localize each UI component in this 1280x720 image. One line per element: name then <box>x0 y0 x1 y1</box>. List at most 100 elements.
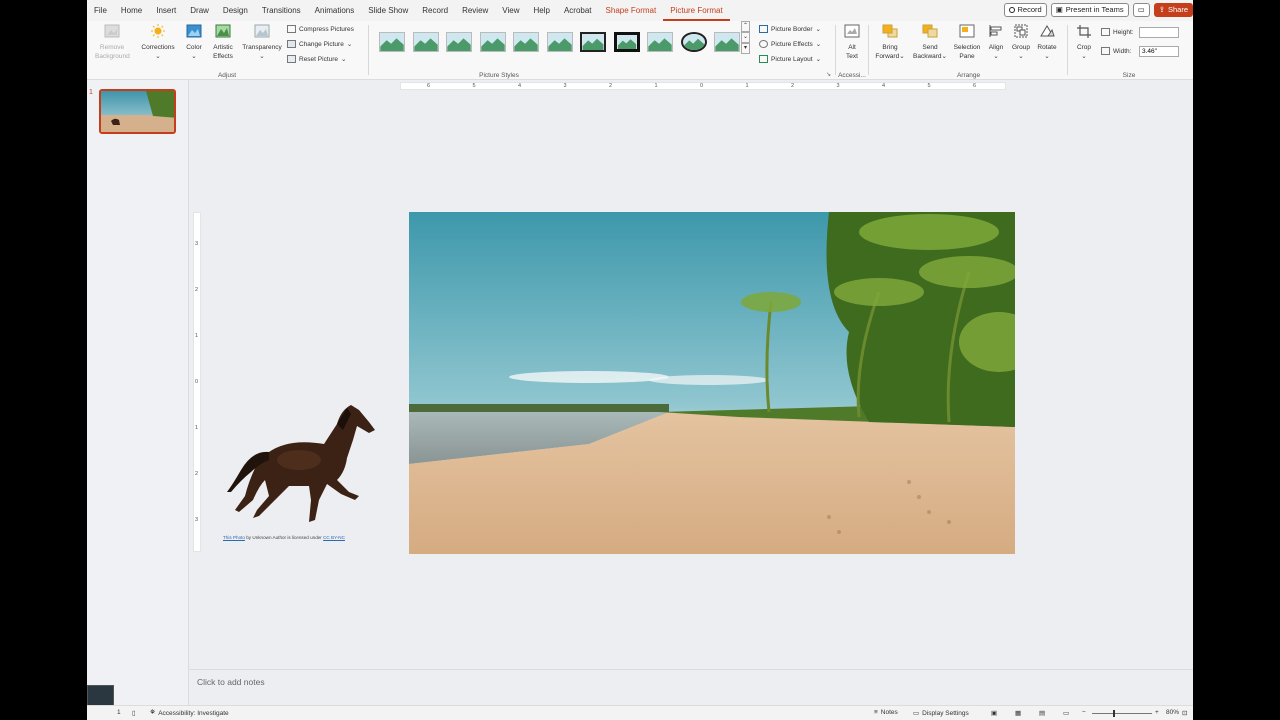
picture-layout-button[interactable]: Picture Layout ⌄ <box>759 55 821 63</box>
selection-pane-button[interactable]: Selection Pane <box>951 24 983 61</box>
beach-picture[interactable] <box>409 212 1015 554</box>
tab-review[interactable]: Review <box>455 0 495 21</box>
send-backward-button[interactable]: Send Backward⌄ <box>911 24 949 61</box>
picture-style-preset[interactable] <box>714 32 740 52</box>
rotate-button[interactable]: Rotate ⌄ <box>1034 24 1060 61</box>
picture-border-button[interactable]: Picture Border ⌄ <box>759 25 821 33</box>
display-settings-button[interactable]: ▭ Display Settings <box>913 709 969 718</box>
sun-icon <box>151 24 165 38</box>
horse-picture[interactable] <box>219 400 381 528</box>
transparency-button[interactable]: Transparency ⌄ <box>240 24 284 61</box>
ruler-tick-label: 3 <box>563 83 567 89</box>
tab-design[interactable]: Design <box>216 0 255 21</box>
picture-style-preset[interactable] <box>513 32 539 52</box>
dialog-launcher-icon[interactable]: ↘ <box>826 71 831 78</box>
record-button[interactable]: Record <box>1003 3 1047 17</box>
slide-thumbnail[interactable] <box>99 89 176 134</box>
horse-image <box>227 405 375 522</box>
reset-picture-button[interactable]: Reset Picture ⌄ <box>287 55 346 63</box>
zoom-in-icon[interactable]: + <box>1155 709 1159 716</box>
style-preview-icon <box>480 33 505 51</box>
photo-link[interactable]: This Photo <box>223 535 245 540</box>
styles-scroll[interactable]: ⌃ ⌄ ▾ <box>741 21 750 54</box>
fit-slide-icon[interactable]: ⊡ <box>1182 709 1187 717</box>
style-preview-icon <box>447 33 471 51</box>
artistic-effects-button[interactable]: Artistic Effects <box>208 24 238 61</box>
record-icon <box>1008 7 1015 13</box>
present-in-teams-button[interactable]: ▣ Present in Teams <box>1050 3 1129 17</box>
picture-border-icon <box>759 25 768 33</box>
share-icon: ⇪ <box>1158 5 1165 14</box>
picture-style-preset[interactable] <box>680 32 707 52</box>
accessibility-status[interactable]: ⛯ Accessibility: Investigate <box>150 709 229 717</box>
remove-background-button[interactable]: Remove Background <box>95 24 130 61</box>
license-link[interactable]: CC BY-NC <box>323 535 345 540</box>
arrange-label: Arrange <box>956 72 981 79</box>
slide-indicator[interactable]: 1 <box>117 709 121 716</box>
change-picture-button[interactable]: Change Picture ⌄ <box>287 40 352 48</box>
style-preview-icon <box>380 33 404 51</box>
tab-slide-show[interactable]: Slide Show <box>361 0 415 21</box>
group-button[interactable]: Group ⌄ <box>1009 24 1033 61</box>
tab-view[interactable]: View <box>495 0 526 21</box>
slide-thumbnail-panel: 1 <box>87 80 189 705</box>
style-preview-icon <box>413 33 438 51</box>
color-button[interactable]: Color ⌄ <box>183 24 205 61</box>
bring-forward-button[interactable]: Bring Forward⌄ <box>873 24 907 61</box>
bring-forward-icon <box>882 24 898 38</box>
teams-icon: ▣ <box>1055 5 1063 14</box>
corrections-button[interactable]: Corrections ⌄ <box>139 24 177 61</box>
style-preview-icon <box>547 33 572 51</box>
spell-check-icon[interactable]: ▯ <box>132 709 136 717</box>
alt-text-button[interactable]: Alt Text <box>840 24 864 61</box>
notes-button[interactable]: ≡ Notes <box>874 709 898 716</box>
style-preview-icon <box>648 33 672 51</box>
share-button[interactable]: ⇪ Share <box>1153 3 1193 17</box>
tab-file[interactable]: File <box>87 0 114 21</box>
thumbnail-beach-image <box>101 91 174 132</box>
height-label: Height: <box>1101 28 1134 36</box>
picture-layout-icon <box>759 55 768 63</box>
slide-sorter-icon[interactable]: ▦ <box>1015 709 1021 717</box>
picture-style-preset[interactable] <box>412 32 439 52</box>
picture-style-preset[interactable] <box>580 32 606 52</box>
compress-pictures-button[interactable]: Compress Pictures <box>287 25 354 33</box>
slide[interactable]: This Photo by Unknown Author is licensed… <box>199 212 1015 554</box>
tab-draw[interactable]: Draw <box>183 0 216 21</box>
reading-view-icon[interactable]: ▤ <box>1039 709 1045 717</box>
picture-style-preset[interactable] <box>479 32 506 52</box>
tab-transitions[interactable]: Transitions <box>255 0 308 21</box>
more-styles-icon[interactable]: ▾ <box>741 43 750 54</box>
picture-style-preset[interactable] <box>546 32 573 52</box>
zoom-level[interactable]: 80% <box>1166 709 1179 716</box>
picture-style-preset[interactable] <box>613 32 640 52</box>
picture-effects-button[interactable]: Picture Effects ⌄ <box>759 40 821 48</box>
zoom-out-icon[interactable]: − <box>1082 709 1086 716</box>
notes-placeholder[interactable]: Click to add notes <box>197 677 265 687</box>
tab-picture-format[interactable]: Picture Format <box>663 0 730 21</box>
tab-help[interactable]: Help <box>527 0 557 21</box>
picture-style-preset[interactable] <box>446 32 472 52</box>
tab-shape-format[interactable]: Shape Format <box>599 0 664 21</box>
scroll-down-icon[interactable]: ⌄ <box>741 32 750 43</box>
normal-view-icon[interactable]: ▣ <box>991 709 997 717</box>
ruler-tick-label: 6 <box>973 83 977 89</box>
tab-record[interactable]: Record <box>415 0 455 21</box>
comments-button[interactable]: ▭ <box>1132 3 1150 17</box>
picture-style-preset[interactable] <box>379 32 405 52</box>
tab-animations[interactable]: Animations <box>308 0 362 21</box>
comment-icon: ▭ <box>1137 5 1145 14</box>
width-input[interactable]: 3.46" <box>1139 46 1179 57</box>
tab-insert[interactable]: Insert <box>149 0 183 21</box>
align-button[interactable]: Align ⌄ <box>984 24 1008 61</box>
height-input[interactable] <box>1139 27 1179 38</box>
picture-style-preset[interactable] <box>647 32 673 52</box>
notes-pane[interactable]: Click to add notes <box>189 669 1193 705</box>
scroll-up-icon[interactable]: ⌃ <box>741 21 750 32</box>
zoom-slider-thumb[interactable] <box>1113 710 1115 717</box>
slide-show-icon[interactable]: ▭ <box>1063 709 1069 717</box>
crop-button[interactable]: Crop ⌄ <box>1073 24 1095 61</box>
tab-acrobat[interactable]: Acrobat <box>557 0 599 21</box>
tab-home[interactable]: Home <box>114 0 149 21</box>
zoom-slider[interactable] <box>1092 713 1152 714</box>
